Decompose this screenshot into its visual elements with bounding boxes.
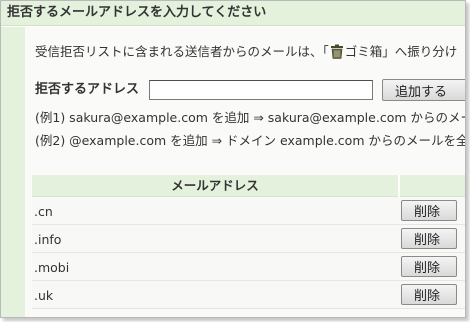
column-header-address: メールアドレス <box>171 178 259 193</box>
row-divider <box>32 308 465 309</box>
trash-icon <box>330 44 344 59</box>
table-row: .mobi 削除 <box>32 253 465 281</box>
row-address: .cn <box>34 204 53 219</box>
add-address-form: 拒否するアドレス 追加する <box>35 79 465 101</box>
intro-before: 受信拒否リストに含まれる送信者からのメールは、「 <box>35 44 329 59</box>
column-separator <box>398 175 400 197</box>
table-row: .cn 削除 <box>32 197 465 225</box>
row-address: .uk <box>34 288 54 303</box>
example-2: (例2) @example.com を追加 ⇒ ドメイン example.com… <box>35 133 466 148</box>
sidebar-strip <box>1 27 25 317</box>
row-address: .info <box>34 232 62 247</box>
example-1: (例1) sakura@example.com を追加 ⇒ sakura@exa… <box>35 110 466 125</box>
address-label: 拒否するアドレス <box>35 82 140 97</box>
intro-after: 」へ振り分け <box>382 44 458 59</box>
table-header: メールアドレス <box>32 175 465 197</box>
main-content: 受信拒否リストに含まれる送信者からのメールは、「 ゴミ箱」へ振り分け 拒否するアド… <box>25 27 465 317</box>
blocked-address-table: メールアドレス .cn 削除 .info 削除 .mobi 削除 .uk 削除 <box>32 175 465 309</box>
intro-text: 受信拒否リストに含まれる送信者からのメールは、「 ゴミ箱」へ振り分け <box>35 41 457 60</box>
table-row: .info 削除 <box>32 225 465 253</box>
page-title: 拒否するメールアドレスを入力してください <box>1 1 465 26</box>
table-row: .uk 削除 <box>32 281 465 309</box>
blocklist-panel: 拒否するメールアドレスを入力してください 受信拒否リストに含まれる送信者からのメ… <box>0 0 466 318</box>
intro-trash-label: ゴミ箱 <box>344 44 383 59</box>
row-address: .mobi <box>34 260 70 275</box>
delete-button[interactable]: 削除 <box>401 256 457 277</box>
delete-button[interactable]: 削除 <box>401 228 457 249</box>
add-button[interactable]: 追加する <box>382 79 465 101</box>
delete-button[interactable]: 削除 <box>401 200 457 221</box>
address-input[interactable] <box>149 80 373 100</box>
delete-button[interactable]: 削除 <box>401 284 457 305</box>
